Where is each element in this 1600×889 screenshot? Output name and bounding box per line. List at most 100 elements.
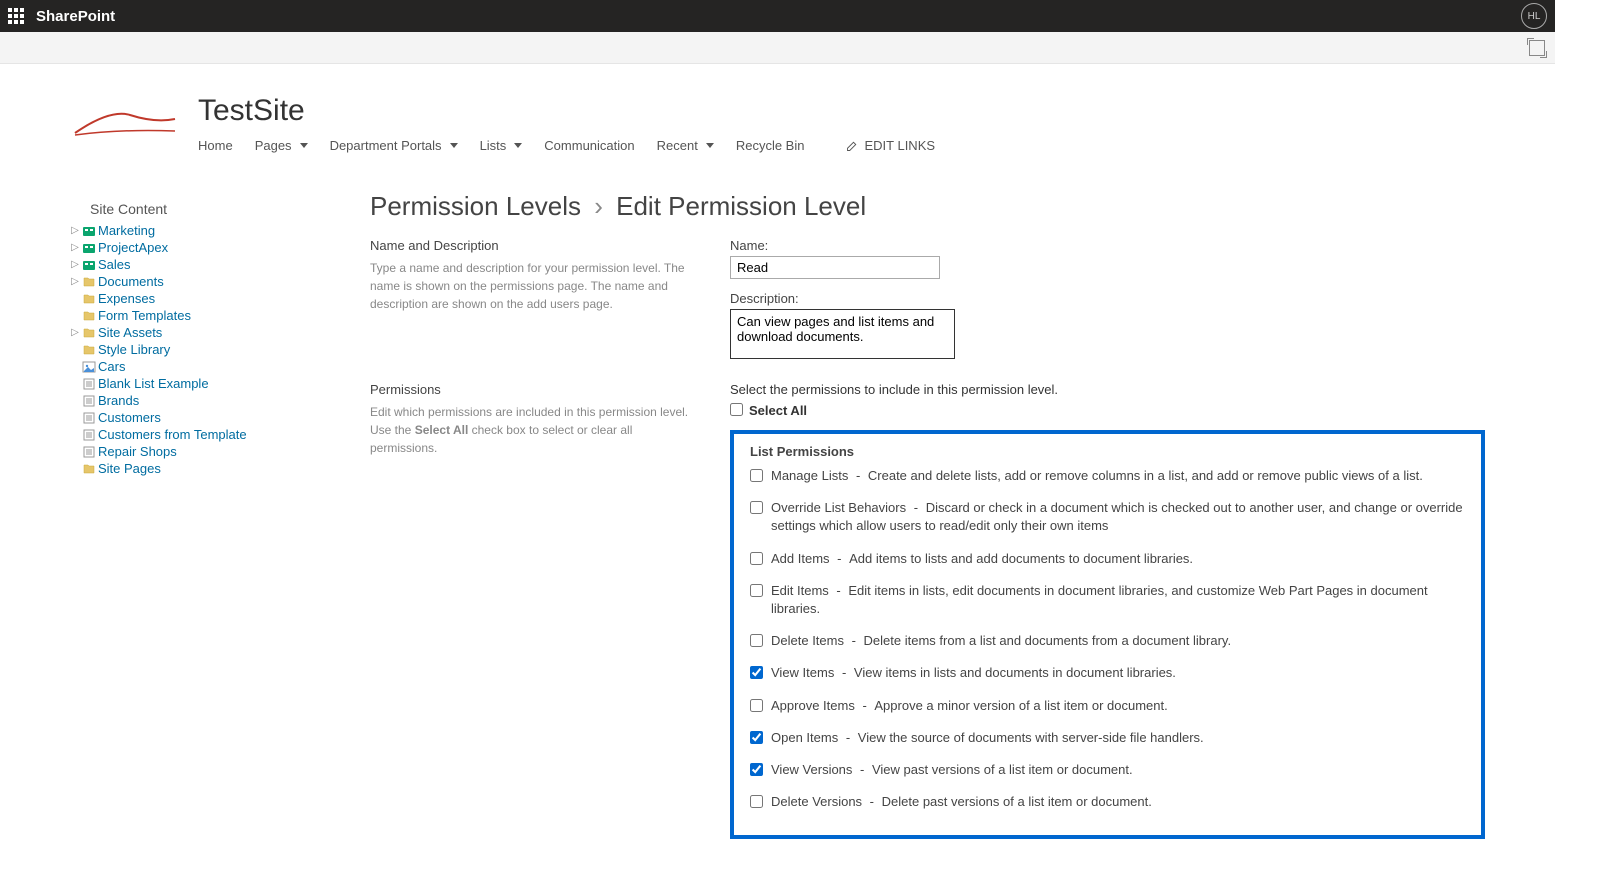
tree-item-label[interactable]: Brands — [98, 393, 139, 408]
tree-item-label[interactable]: Sales — [98, 257, 131, 272]
list-icon — [82, 377, 96, 391]
description-textarea[interactable] — [730, 309, 955, 359]
list-permissions-heading: List Permissions — [750, 444, 1465, 459]
library-icon — [82, 309, 96, 323]
tree-item: Expenses — [70, 291, 330, 306]
select-all-checkbox[interactable] — [730, 403, 743, 416]
permission-item: Override List Behaviors - Discard or che… — [750, 499, 1465, 535]
name-input[interactable] — [730, 256, 940, 279]
tree-item: Style Library — [70, 342, 330, 357]
top-nav-item[interactable]: Recycle Bin — [736, 138, 805, 153]
tree-item: Brands — [70, 393, 330, 408]
permission-checkbox[interactable] — [750, 666, 763, 679]
site-title[interactable]: TestSite — [198, 94, 935, 128]
tree-item-label[interactable]: Customers from Template — [98, 427, 247, 442]
library-icon — [82, 343, 96, 357]
tree-item-label[interactable]: Site Assets — [98, 325, 162, 340]
left-nav-heading: Site Content — [90, 201, 330, 217]
tree-item: Cars — [70, 359, 330, 374]
permission-item: Manage Lists - Create and delete lists, … — [750, 467, 1465, 485]
subsite-icon — [82, 258, 96, 272]
permission-checkbox[interactable] — [750, 699, 763, 712]
breadcrumb-separator-icon: › — [594, 191, 603, 221]
top-nav-item[interactable]: Recent — [657, 138, 714, 153]
permission-item: View Versions - View past versions of a … — [750, 761, 1465, 779]
tree-item-label[interactable]: Form Templates — [98, 308, 191, 323]
left-nav: Site Content ▷ Marketing ▷ ProjectApex ▷ Sale… — [70, 173, 330, 859]
tree-item-label[interactable]: ProjectApex — [98, 240, 168, 255]
name-label: Name: — [730, 238, 1485, 253]
tree-item-label[interactable]: Marketing — [98, 223, 155, 238]
tree-item: Site Pages — [70, 461, 330, 476]
tree-item-label[interactable]: Expenses — [98, 291, 155, 306]
permission-checkbox[interactable] — [750, 552, 763, 565]
permission-checkbox[interactable] — [750, 795, 763, 808]
expand-icon[interactable]: ▷ — [70, 327, 80, 338]
product-name: SharePoint — [36, 8, 115, 25]
tree-item-label[interactable]: Cars — [98, 359, 125, 374]
permission-text: Manage Lists - Create and delete lists, … — [771, 467, 1423, 485]
permission-checkbox[interactable] — [750, 469, 763, 482]
permission-text: View Versions - View past versions of a … — [771, 761, 1133, 779]
tree-item: ▷ Sales — [70, 257, 330, 272]
app-launcher-icon[interactable] — [8, 8, 24, 24]
tree-item-label[interactable]: Documents — [98, 274, 164, 289]
top-nav-item[interactable]: Home — [198, 138, 233, 153]
tree-item-label[interactable]: Repair Shops — [98, 444, 177, 459]
focus-content-icon[interactable] — [1529, 40, 1545, 56]
top-nav-item[interactable]: Pages — [255, 138, 308, 153]
top-nav-item[interactable]: Communication — [544, 138, 634, 153]
select-all-label: Select All — [749, 403, 807, 418]
site-header: TestSite Home Pages Department Portals List… — [0, 64, 1555, 163]
permission-checkbox[interactable] — [750, 634, 763, 647]
top-nav-item[interactable]: Lists — [480, 138, 523, 153]
tree-item-label[interactable]: Blank List Example — [98, 376, 209, 391]
permission-checkbox[interactable] — [750, 731, 763, 744]
suite-bar: SharePoint HL — [0, 0, 1555, 32]
subsite-icon — [82, 241, 96, 255]
tree-item: Blank List Example — [70, 376, 330, 391]
breadcrumb-current: Edit Permission Level — [616, 191, 866, 221]
edit-links-button[interactable]: EDIT LINKS — [846, 138, 935, 153]
permission-text: Approve Items - Approve a minor version … — [771, 697, 1168, 715]
tree-item-label[interactable]: Customers — [98, 410, 161, 425]
chevron-down-icon — [450, 143, 458, 148]
section-name-desc-title: Name and Description — [370, 238, 700, 253]
section-name-desc-help: Type a name and description for your per… — [370, 259, 700, 313]
tree-item: ▷ ProjectApex — [70, 240, 330, 255]
library-icon — [82, 275, 96, 289]
permission-text: View Items - View items in lists and doc… — [771, 664, 1176, 682]
permission-checkbox[interactable] — [750, 763, 763, 776]
top-nav: Home Pages Department Portals Lists Communic… — [198, 138, 935, 153]
tree-item: ▷ Marketing — [70, 223, 330, 238]
expand-icon[interactable]: ▷ — [70, 225, 80, 236]
tree-item-label[interactable]: Style Library — [98, 342, 170, 357]
tree-item: Customers — [70, 410, 330, 425]
tree-item: Customers from Template — [70, 427, 330, 442]
tree-item-label[interactable]: Site Pages — [98, 461, 161, 476]
expand-icon[interactable]: ▷ — [70, 259, 80, 270]
image-list-icon — [82, 360, 96, 374]
list-icon — [82, 445, 96, 459]
main-content: Permission Levels › Edit Permission Leve… — [370, 173, 1485, 859]
library-icon — [82, 462, 96, 476]
tree-item: Form Templates — [70, 308, 330, 323]
expand-icon[interactable]: ▷ — [70, 242, 80, 253]
pencil-icon — [846, 140, 858, 152]
list-icon — [82, 428, 96, 442]
breadcrumb-parent[interactable]: Permission Levels — [370, 191, 581, 221]
chevron-down-icon — [514, 143, 522, 148]
expand-icon[interactable]: ▷ — [70, 276, 80, 287]
breadcrumb: Permission Levels › Edit Permission Leve… — [370, 191, 1485, 222]
user-avatar[interactable]: HL — [1521, 3, 1547, 29]
list-icon — [82, 411, 96, 425]
top-nav-item[interactable]: Department Portals — [330, 138, 458, 153]
site-logo[interactable] — [70, 94, 180, 144]
description-label: Description: — [730, 291, 1485, 306]
tree-item: Repair Shops — [70, 444, 330, 459]
permission-item: View Items - View items in lists and doc… — [750, 664, 1465, 682]
chevron-down-icon — [300, 143, 308, 148]
library-icon — [82, 292, 96, 306]
permission-checkbox[interactable] — [750, 584, 763, 597]
permission-checkbox[interactable] — [750, 501, 763, 514]
